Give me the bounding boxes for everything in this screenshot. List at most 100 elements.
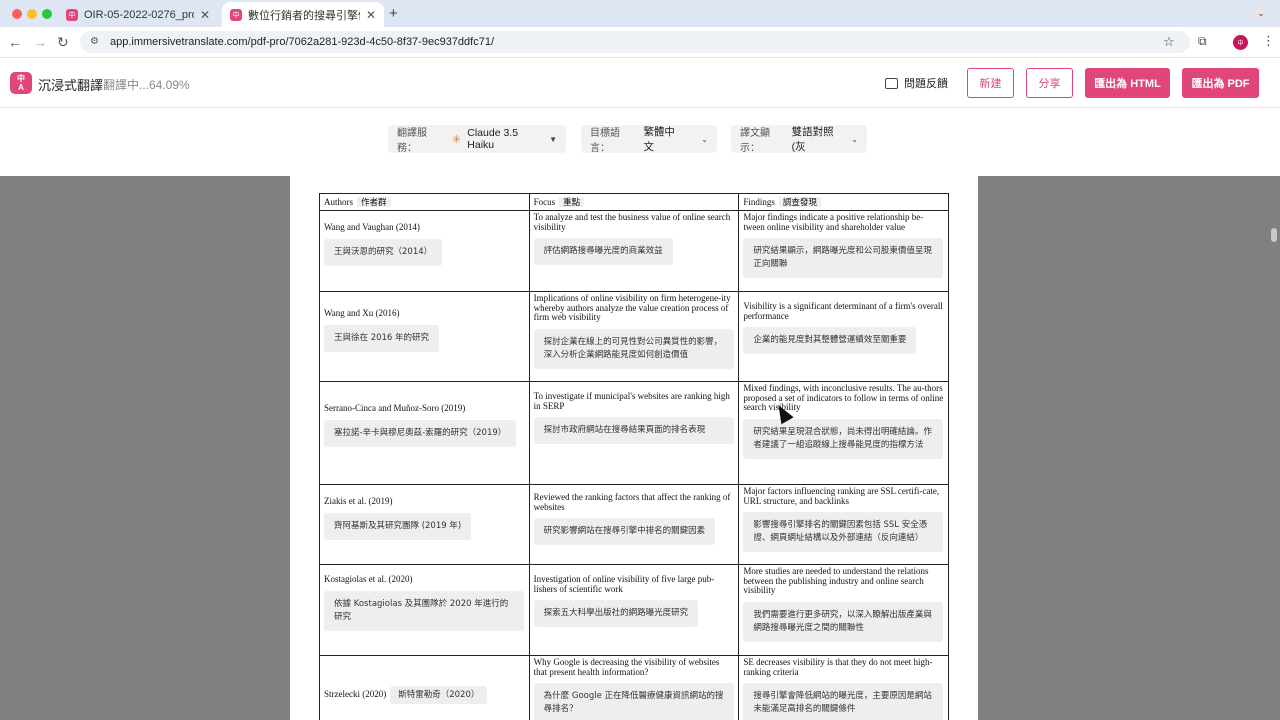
focus-cell: Investigation of online visibility of fi…: [528, 564, 740, 656]
address-bar[interactable]: ⚙ app.immersivetranslate.com/pdf-pro/706…: [80, 31, 1190, 53]
share-button[interactable]: 分享: [1026, 68, 1073, 98]
app-header: 中A 沉浸式翻譯 翻譯中...64.09% 問題反饋 新建 分享 匯出為 HTM…: [0, 58, 1280, 108]
author-cell: Strzelecki (2020) 斯特雷勒奇（2020）: [319, 655, 530, 720]
immersive-translate-favicon-icon: 中: [230, 8, 242, 21]
forward-arrow-icon[interactable]: →: [33, 34, 47, 50]
chevron-down-icon: ⌄: [851, 134, 858, 144]
target-language-select[interactable]: 目標語言： 繁體中文 ⌄: [581, 125, 717, 154]
author-cell: Wang and Vaughan (2014) 王與沃恩的研究（2014）: [319, 210, 530, 292]
maximize-window-button[interactable]: [42, 9, 52, 19]
author-translation: 王與沃恩的研究（2014）: [324, 238, 443, 266]
minimize-window-button[interactable]: [27, 9, 37, 19]
author-translation: 王與徐在 2016 年的研究: [324, 324, 440, 352]
author-cell: Ziakis et al. (2019) 齊阿基斯及其研究團隊 (2019 年): [319, 484, 530, 565]
message-icon: [885, 77, 898, 89]
close-window-button[interactable]: [12, 9, 22, 19]
export-html-button[interactable]: 匯出為 HTML: [1085, 68, 1170, 98]
site-info-icon[interactable]: ⚙: [90, 36, 102, 48]
profile-avatar[interactable]: 中: [1233, 35, 1248, 50]
display-label: 譯文顯示：: [740, 128, 770, 154]
findings-cell: Major findings indicate a positive relat…: [738, 210, 949, 292]
focus-translation: 研究影響網站在搜尋引擎中排名的關鍵因素: [533, 518, 716, 545]
close-tab-icon[interactable]: ✕: [200, 8, 210, 22]
pdf-viewer[interactable]: Authors 作者群 Focus 重點 Findings 調查發現 Wang and…: [0, 176, 1280, 720]
tab-title: 數位行銷者的搜尋引擎優化指南: [248, 9, 360, 22]
findings-cell: More studies are needed to understand th…: [738, 564, 949, 656]
display-mode-select[interactable]: 譯文顯示： 雙語對照 (灰 ⌄: [731, 125, 867, 154]
table-row: Serrano-Cinca and Muñoz-Soro (2019) 塞拉諾-…: [319, 381, 949, 485]
findings-translation: 影響搜尋引擎排名的關鍵因素包括 SSL 安全憑證、網頁網址結構以及外部連結（反向…: [743, 512, 944, 552]
app-name: 沉浸式翻譯: [38, 78, 104, 93]
findings-cell: Visibility is a significant determinant …: [738, 291, 949, 382]
focus-translation: 探索五大科學出版社的網路曝光度研究: [533, 600, 699, 627]
table-row: Strzelecki (2020) 斯特雷勒奇（2020） Why Google …: [319, 655, 949, 720]
browser-tab-strip: 中 OIR-05-2022-0276_proof 1... ✕ 中 數位行銷者的…: [0, 0, 1280, 27]
tab-title: OIR-05-2022-0276_proof 1...: [84, 8, 194, 21]
feedback-label: 問題反饋: [904, 78, 948, 90]
browser-toolbar: ← → ↻ ⚙ app.immersivetranslate.com/pdf-p…: [0, 27, 1280, 58]
focus-translation: 探討市政府網站在搜尋結果頁面的排名表現: [533, 417, 734, 444]
header-focus: Focus 重點: [528, 193, 740, 211]
translation-progress: 翻譯中...64.09%: [103, 78, 190, 92]
table-row: Wang and Xu (2016) 王與徐在 2016 年的研究 Implic…: [319, 291, 949, 382]
header-findings: Findings 調查發現: [738, 193, 949, 211]
focus-translation: 為什麼 Google 正在降低醫療健康資訊網站的搜尋排名？: [533, 683, 734, 720]
feedback-button[interactable]: 問題反饋: [885, 75, 948, 91]
header-authors: Authors 作者群: [319, 193, 530, 211]
author-translation: 齊阿基斯及其研究團隊 (2019 年): [324, 512, 472, 540]
new-tab-button[interactable]: +: [389, 5, 398, 22]
chevron-down-icon: ⌄: [701, 134, 708, 144]
translation-toolbar: 翻譯服務： ✳ Claude 3.5 Haiku ▼ 目標語言： 繁體中文 ⌄ …: [0, 108, 1280, 176]
page-scrollbar-thumb[interactable]: [1271, 228, 1277, 242]
author-translation: 依據 Kostagiolas 及其團隊於 2020 年進行的研究: [324, 590, 524, 631]
author-translation: 斯特雷勒奇（2020）: [390, 686, 488, 704]
author-cell: Serrano-Cinca and Muñoz-Soro (2019) 塞拉諾-…: [319, 381, 530, 485]
service-label: 翻譯服務：: [397, 128, 427, 154]
focus-cell: Reviewed the ranking factors that affect…: [528, 484, 740, 565]
table-header-row: Authors 作者群 Focus 重點 Findings 調查發現: [319, 193, 949, 211]
export-pdf-button[interactable]: 匯出為 PDF: [1182, 68, 1259, 98]
pdf-page: Authors 作者群 Focus 重點 Findings 調查發現 Wang and…: [290, 176, 978, 720]
author-translation: 塞拉諾-辛卡與穆尼奧茲-索羅的研究（2019）: [324, 419, 517, 447]
focus-cell: Implications of online visibility on fir…: [528, 291, 740, 382]
close-tab-icon[interactable]: ✕: [366, 8, 376, 22]
focus-translation: 評估網路搜尋曝光度的商業效益: [533, 238, 673, 265]
bookmark-star-icon[interactable]: ☆: [1163, 34, 1175, 50]
target-value: 繁體中文: [643, 126, 675, 153]
extensions-icon[interactable]: ⧉: [1198, 34, 1207, 49]
table-row: Kostagiolas et al. (2020) 依據 Kostagiolas…: [319, 564, 949, 656]
findings-translation: 我們需要進行更多研究，以深入瞭解出版產業與網路搜尋曝光度之間的關聯性: [743, 601, 944, 642]
literature-table: Authors 作者群 Focus 重點 Findings 調查發現 Wang and…: [319, 193, 949, 720]
target-label: 目標語言：: [590, 128, 620, 154]
browser-menu-icon[interactable]: ⋮: [1262, 33, 1275, 49]
immersive-translate-favicon-icon: 中: [66, 8, 78, 21]
service-value: Claude 3.5 Haiku: [467, 127, 519, 151]
immersive-translate-logo-icon[interactable]: 中A: [10, 72, 32, 94]
findings-cell: Mixed findings, with inconclusive result…: [738, 381, 949, 485]
author-cell: Wang and Xu (2016) 王與徐在 2016 年的研究: [319, 291, 530, 382]
back-arrow-icon[interactable]: ←: [8, 34, 22, 50]
findings-translation: 研究結果呈現混合狀態，尚未得出明確結論。作者建議了一組追蹤線上搜尋能見度的指標方…: [743, 418, 944, 459]
focus-cell: To analyze and test the business value o…: [528, 210, 740, 292]
caret-down-icon: ▼: [549, 134, 557, 144]
findings-translation: 研究結果顯示，網路曝光度和公司股東價值呈現正向關聯: [743, 238, 944, 278]
table-row: Ziakis et al. (2019) 齊阿基斯及其研究團隊 (2019 年)…: [319, 484, 949, 565]
tab-search-icon[interactable]: ⌄: [1254, 6, 1268, 20]
findings-translation: 搜尋引擎會降低網站的曝光度，主要原因是網站未能滿足高排名的關鍵條件: [743, 683, 944, 720]
translation-service-select[interactable]: 翻譯服務： ✳ Claude 3.5 Haiku ▼: [388, 125, 566, 154]
author-cell: Kostagiolas et al. (2020) 依據 Kostagiolas…: [319, 564, 530, 656]
findings-translation: 企業的能見度對其整體營運績效至關重要: [743, 327, 917, 354]
focus-translation: 探討企業在線上的可見性對公司異質性的影響，深入分析企業網路能見度如何創造價值: [533, 328, 734, 369]
focus-cell: Why Google is decreasing the visibility …: [528, 655, 740, 720]
browser-tab-2[interactable]: 中 數位行銷者的搜尋引擎優化指南 ✕: [222, 2, 384, 27]
new-button[interactable]: 新建: [967, 68, 1014, 98]
display-value: 雙語對照 (灰: [791, 126, 834, 153]
reload-icon[interactable]: ↻: [57, 34, 69, 51]
table-row: Wang and Vaughan (2014) 王與沃恩的研究（2014） To…: [319, 210, 949, 292]
claude-icon: ✳: [452, 133, 462, 146]
url-text: app.immersivetranslate.com/pdf-pro/7062a…: [110, 36, 495, 48]
findings-cell: Major factors influencing ranking are SS…: [738, 484, 949, 565]
findings-cell: SE decreases visibility is that they do …: [738, 655, 949, 720]
browser-tab-1[interactable]: 中 OIR-05-2022-0276_proof 1... ✕: [58, 2, 218, 27]
focus-cell: To investigate if municipal's websites a…: [528, 381, 740, 485]
